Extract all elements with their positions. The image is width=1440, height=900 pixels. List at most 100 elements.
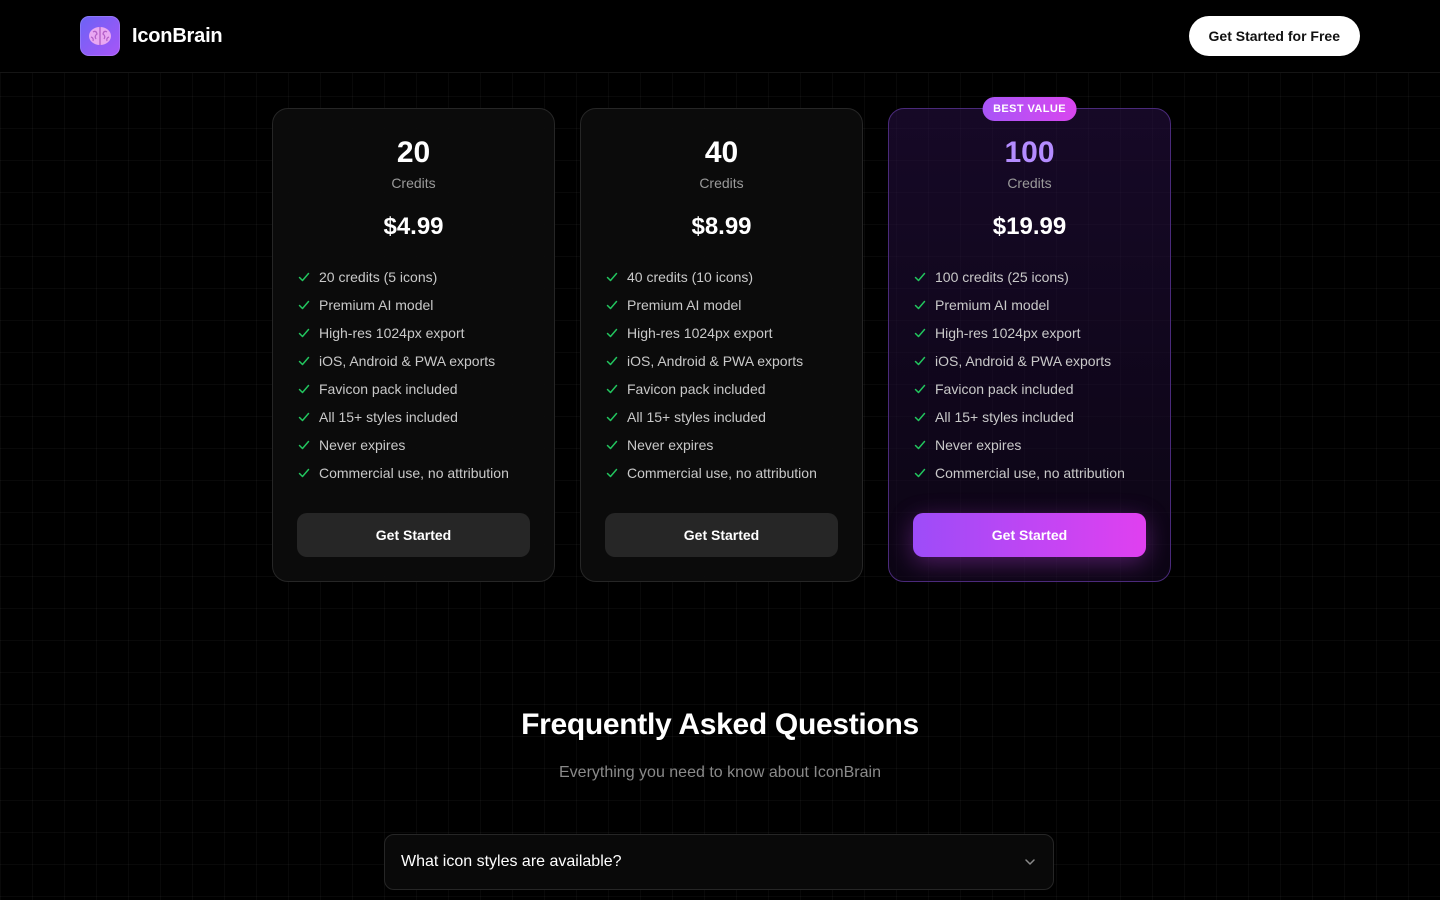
check-icon [298,272,310,282]
check-icon [606,356,618,366]
check-icon [914,440,926,450]
plan-price: $4.99 [383,213,444,240]
top-nav: IconBrain Get Started for Free [0,0,1440,73]
faq-subtitle: Everything you need to know about IconBr… [559,764,881,781]
feature-text: All 15+ styles included [627,409,766,425]
feature-text: All 15+ styles included [935,409,1074,425]
plan-credits: 100 [1004,136,1055,169]
check-icon [298,356,310,366]
faq-item[interactable]: What icon styles are available? [384,834,1054,890]
feature-item: 20 credits (5 icons) [297,263,530,291]
pricing-card-20: 20 Credits $4.99 20 credits (5 icons) Pr… [272,108,555,582]
feature-text: Commercial use, no attribution [935,465,1125,481]
pricing-section: 20 Credits $4.99 20 credits (5 icons) Pr… [272,97,1171,582]
feature-item: High-res 1024px export [913,319,1146,347]
plan-credits: 20 [396,136,431,169]
feature-item: 40 credits (10 icons) [605,263,838,291]
feature-text: 40 credits (10 icons) [627,269,754,285]
feature-text: High-res 1024px export [935,325,1081,341]
feature-text: All 15+ styles included [319,409,458,425]
check-icon [914,300,926,310]
feature-item: iOS, Android & PWA exports [297,347,530,375]
plan-credits-label: Credits [1007,175,1052,191]
best-value-badge: BEST VALUE [982,97,1077,121]
pricing-card-100: BEST VALUE 100 Credits $19.99 100 credit… [888,97,1171,582]
feature-item: Favicon pack included [297,375,530,403]
brand-logo-link[interactable]: IconBrain [80,16,223,56]
check-icon [606,272,618,282]
page: IconBrain Get Started for Free 20 Credit… [0,0,1440,900]
feature-text: iOS, Android & PWA exports [627,353,804,369]
check-icon [914,272,926,282]
feature-item: Favicon pack included [605,375,838,403]
feature-text: Favicon pack included [319,381,458,397]
brain-icon [80,16,120,56]
feature-item: Commercial use, no attribution [913,459,1146,487]
feature-list: 20 credits (5 icons) Premium AI model Hi… [297,263,530,487]
feature-text: Never expires [935,437,1022,453]
check-icon [606,300,618,310]
check-icon [298,300,310,310]
feature-item: All 15+ styles included [913,403,1146,431]
chevron-down-icon [1025,859,1035,865]
feature-text: Never expires [627,437,714,453]
feature-item: Never expires [913,431,1146,459]
feature-text: High-res 1024px export [319,325,465,341]
check-icon [914,328,926,338]
feature-item: 100 credits (25 icons) [913,263,1146,291]
check-icon [298,440,310,450]
feature-item: High-res 1024px export [605,319,838,347]
check-icon [914,384,926,394]
get-started-free-button[interactable]: Get Started for Free [1188,16,1360,56]
pricing-card-40: 40 Credits $8.99 40 credits (10 icons) P… [580,108,863,582]
plan-credits: 40 [704,136,739,169]
plan-credits-label: Credits [699,175,744,191]
check-icon [914,468,926,478]
feature-text: 100 credits (25 icons) [935,269,1069,285]
feature-list: 100 credits (25 icons) Premium AI model … [913,263,1146,487]
feature-item: Never expires [605,431,838,459]
feature-item: iOS, Android & PWA exports [913,347,1146,375]
feature-list: 40 credits (10 icons) Premium AI model H… [605,263,838,487]
get-started-button-100[interactable]: Get Started [913,513,1146,557]
feature-text: iOS, Android & PWA exports [935,353,1112,369]
feature-item: High-res 1024px export [297,319,530,347]
faq-question: What icon styles are available? [401,853,622,870]
feature-text: Premium AI model [627,297,742,313]
feature-item: Premium AI model [605,291,838,319]
feature-item: Premium AI model [913,291,1146,319]
feature-item: Favicon pack included [913,375,1146,403]
check-icon [606,384,618,394]
feature-text: Premium AI model [935,297,1050,313]
feature-text: Never expires [319,437,406,453]
check-icon [298,412,310,422]
check-icon [914,412,926,422]
check-icon [298,328,310,338]
feature-text: Favicon pack included [935,381,1074,397]
feature-text: Premium AI model [319,297,434,313]
feature-item: Commercial use, no attribution [297,459,530,487]
check-icon [298,384,310,394]
brand-name: IconBrain [132,24,223,47]
plan-credits-label: Credits [391,175,436,191]
check-icon [606,468,618,478]
check-icon [606,440,618,450]
check-icon [298,468,310,478]
plan-price: $19.99 [992,213,1067,240]
feature-item: Premium AI model [297,291,530,319]
check-icon [914,356,926,366]
feature-item: All 15+ styles included [605,403,838,431]
feature-text: iOS, Android & PWA exports [319,353,496,369]
feature-item: Commercial use, no attribution [605,459,838,487]
feature-text: Commercial use, no attribution [319,465,509,481]
check-icon [606,412,618,422]
faq-title: Frequently Asked Questions [521,708,919,741]
check-icon [606,328,618,338]
feature-text: High-res 1024px export [627,325,773,341]
plan-price: $8.99 [691,213,752,240]
feature-text: 20 credits (5 icons) [319,269,438,285]
feature-text: Favicon pack included [627,381,766,397]
feature-item: All 15+ styles included [297,403,530,431]
get-started-button-20[interactable]: Get Started [297,513,530,557]
get-started-button-40[interactable]: Get Started [605,513,838,557]
